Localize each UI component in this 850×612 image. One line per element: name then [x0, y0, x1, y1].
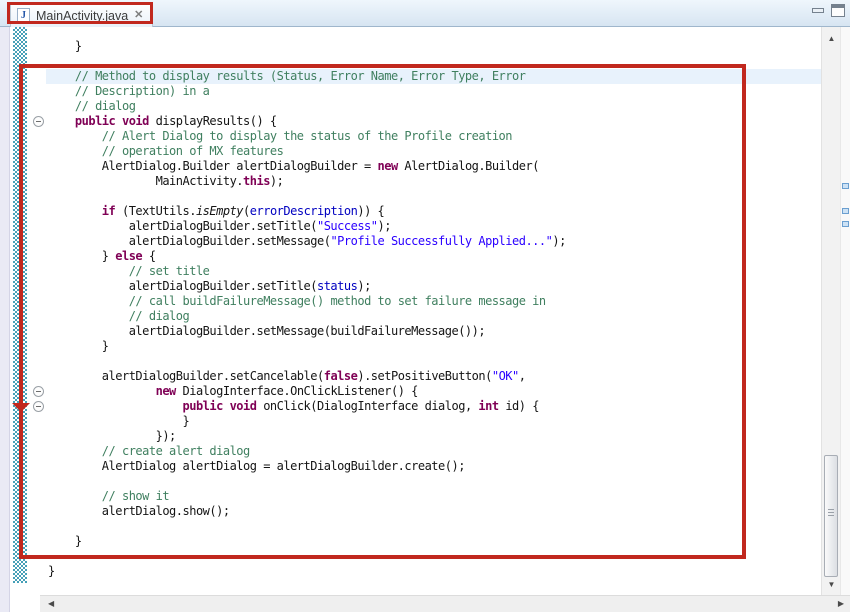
- tab-close-icon[interactable]: ✕: [134, 10, 143, 21]
- fold-collapse-icon[interactable]: [33, 386, 44, 397]
- code-line[interactable]: // call buildFailureMessage() method to …: [46, 294, 821, 309]
- code-line[interactable]: alertDialog.show();: [46, 504, 821, 519]
- occurrence-marker[interactable]: [842, 208, 849, 214]
- scroll-up-icon[interactable]: ▲: [822, 33, 841, 45]
- code-line[interactable]: // Alert Dialog to display the status of…: [46, 129, 821, 144]
- occurrence-marker[interactable]: [842, 221, 849, 227]
- code-line[interactable]: // operation of MX features: [46, 144, 821, 159]
- scroll-left-icon[interactable]: ◀: [48, 599, 54, 608]
- code-line[interactable]: }: [46, 414, 821, 429]
- code-line[interactable]: alertDialogBuilder.setCancelable(false).…: [46, 369, 821, 384]
- code-line[interactable]: });: [46, 429, 821, 444]
- code-line[interactable]: }: [46, 534, 821, 549]
- code-line[interactable]: // create alert dialog: [46, 444, 821, 459]
- overview-ruler: [840, 27, 850, 595]
- occurrence-marker[interactable]: [842, 183, 849, 189]
- code-line[interactable]: // dialog: [46, 309, 821, 324]
- java-file-icon: J: [17, 8, 30, 23]
- code-line[interactable]: public void onClick(DialogInterface dial…: [46, 399, 821, 414]
- code-line[interactable]: if (TextUtils.isEmpty(errorDescription))…: [46, 204, 821, 219]
- tab-bar: J MainActivity.java ✕: [0, 0, 850, 27]
- code-line[interactable]: // Method to display results (Status, Er…: [46, 69, 821, 84]
- code-line[interactable]: [46, 54, 821, 69]
- code-lines: } // Method to display results (Status, …: [46, 39, 821, 579]
- code-line[interactable]: [46, 354, 821, 369]
- code-line[interactable]: // show it: [46, 489, 821, 504]
- code-line[interactable]: [46, 474, 821, 489]
- code-line[interactable]: new DialogInterface.OnClickListener() {: [46, 384, 821, 399]
- code-line[interactable]: [46, 549, 821, 564]
- code-line[interactable]: AlertDialog alertDialog = alertDialogBui…: [46, 459, 821, 474]
- code-line[interactable]: }: [46, 39, 821, 54]
- code-line[interactable]: }: [46, 564, 821, 579]
- code-editor[interactable]: } // Method to display results (Status, …: [46, 27, 821, 595]
- code-line[interactable]: alertDialogBuilder.setTitle(status);: [46, 279, 821, 294]
- horizontal-scrollbar[interactable]: ◀ ▶: [40, 595, 850, 612]
- scroll-down-icon[interactable]: ▼: [822, 579, 841, 591]
- code-line[interactable]: }: [46, 339, 821, 354]
- code-line[interactable]: AlertDialog.Builder alertDialogBuilder =…: [46, 159, 821, 174]
- code-line[interactable]: alertDialogBuilder.setMessage("Profile S…: [46, 234, 821, 249]
- tab-title: MainActivity.java: [36, 9, 128, 23]
- code-line[interactable]: [46, 519, 821, 534]
- code-line[interactable]: // set title: [46, 264, 821, 279]
- code-line[interactable]: // Description) in a: [46, 84, 821, 99]
- scroll-right-icon[interactable]: ▶: [838, 599, 844, 608]
- fold-collapse-icon[interactable]: [33, 116, 44, 127]
- fold-collapse-icon[interactable]: [33, 401, 44, 412]
- minimize-view-icon[interactable]: [812, 8, 824, 13]
- vertical-scrollbar-thumb[interactable]: [824, 455, 838, 577]
- change-bar: [13, 27, 27, 583]
- code-line[interactable]: } else {: [46, 249, 821, 264]
- code-line[interactable]: alertDialogBuilder.setMessage(buildFailu…: [46, 324, 821, 339]
- fold-gutter: [27, 27, 46, 595]
- code-line[interactable]: public void displayResults() {: [46, 114, 821, 129]
- vertical-scrollbar[interactable]: ▲ ▼: [821, 27, 840, 595]
- code-line[interactable]: alertDialogBuilder.setTitle("Success");: [46, 219, 821, 234]
- code-line[interactable]: // dialog: [46, 99, 821, 114]
- maximize-view-icon[interactable]: [831, 4, 845, 17]
- left-ruler: [0, 27, 10, 612]
- code-line[interactable]: [46, 189, 821, 204]
- code-line[interactable]: MainActivity.this);: [46, 174, 821, 189]
- tab-mainactivity[interactable]: J MainActivity.java ✕: [10, 3, 153, 27]
- editor-window: J MainActivity.java ✕ } // Method to dis…: [0, 0, 850, 612]
